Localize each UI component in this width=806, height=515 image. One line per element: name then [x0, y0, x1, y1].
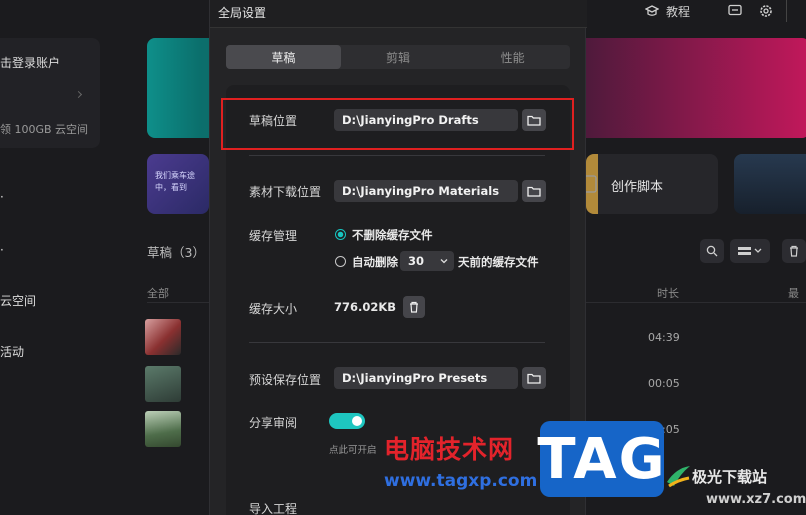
tutorial-link[interactable]: 教程: [666, 3, 690, 20]
search-button[interactable]: [700, 239, 724, 263]
cache-size-label: 缓存大小: [249, 302, 298, 316]
draft-duration: 00:05: [648, 377, 680, 390]
cache-days-value: 30: [408, 254, 425, 268]
create-script-label[interactable]: 创作脚本: [611, 176, 663, 195]
list-view-icon: [738, 247, 762, 255]
settings-tabs: 草稿 剪辑 性能: [226, 45, 570, 69]
draft-thumbnail[interactable]: [145, 411, 181, 447]
watermark-site-name: 电脑技术网: [384, 435, 515, 464]
sidebar-item-template-marker[interactable]: ·: [0, 243, 6, 257]
share-review-hint: 点此可开启: [329, 445, 377, 456]
sidebar-login-label[interactable]: 击登录账户: [0, 54, 60, 71]
sidebar-storage-label[interactable]: 领 100GB 云空间: [0, 121, 88, 137]
feature-card-teaser-text: 我们乘车途中，看到: [155, 171, 195, 192]
drafts-heading: 草稿（3）: [147, 245, 205, 260]
material-location-field[interactable]: D:\JianyingPro Materials: [334, 180, 518, 202]
folder-icon: [527, 373, 541, 384]
chevron-down-icon: [440, 259, 448, 264]
cache-size-value: 776.02KB: [334, 300, 397, 314]
trash-icon: [790, 245, 798, 257]
draft-duration: 04:39: [648, 331, 680, 344]
dialog-title-bar[interactable]: [210, 0, 587, 28]
sidebar-item-home-marker[interactable]: ·: [0, 190, 6, 204]
material-location-label: 素材下载位置: [249, 185, 322, 199]
cache-keep-label[interactable]: 不删除缓存文件: [352, 227, 433, 243]
search-icon: [706, 245, 718, 257]
trash-icon: [410, 301, 418, 313]
clear-cache-button[interactable]: [403, 296, 425, 318]
cache-auto-delete-label[interactable]: 自动删除: [352, 254, 398, 270]
delete-drafts-button[interactable]: [782, 239, 806, 263]
cache-auto-delete-radio[interactable]: [335, 256, 346, 267]
watermark-site-url: www.tagxp.com: [384, 471, 538, 491]
column-duration[interactable]: 时长: [657, 285, 679, 301]
material-location-browse-button[interactable]: [522, 180, 546, 202]
feature-card-streaming[interactable]: [734, 154, 806, 214]
watermark-site2-name: 极光下载站: [692, 468, 768, 486]
sidebar-item-cloud[interactable]: 云空间: [0, 292, 36, 309]
column-last-modified[interactable]: 最: [788, 285, 799, 301]
tab-drafts[interactable]: 草稿: [226, 45, 341, 69]
settings-gear-icon[interactable]: [759, 3, 773, 22]
cache-keep-radio[interactable]: [335, 229, 346, 240]
sidebar-item-activity[interactable]: 活动: [0, 343, 24, 360]
watermark-tag-logo: TAG: [537, 421, 665, 497]
window-divider: [786, 0, 787, 22]
watermark-swoosh-icon: [664, 462, 692, 494]
column-all[interactable]: 全部: [147, 285, 169, 301]
share-review-label: 分享审阅: [249, 416, 298, 430]
cache-auto-delete-suffix: 天前的缓存文件: [458, 255, 539, 269]
preset-location-label: 预设保存位置: [249, 373, 322, 387]
import-project-label: 导入工程: [249, 502, 298, 515]
section-divider: [249, 155, 545, 156]
section-divider: [249, 342, 545, 343]
folder-icon: [527, 186, 541, 197]
preset-location-field[interactable]: D:\JianyingPro Presets: [334, 367, 518, 389]
dialog-title: 全局设置: [218, 6, 267, 20]
share-review-toggle[interactable]: [329, 413, 365, 429]
preset-location-browse-button[interactable]: [522, 367, 546, 389]
cache-management-label: 缓存管理: [249, 229, 298, 243]
cache-days-select[interactable]: 30: [400, 251, 454, 271]
view-mode-button[interactable]: [730, 239, 770, 263]
tutorial-icon[interactable]: [644, 4, 660, 18]
message-icon[interactable]: [728, 3, 742, 22]
tab-editing[interactable]: 剪辑: [341, 45, 456, 69]
draft-thumbnail[interactable]: [145, 319, 181, 355]
highlight-annotation: [221, 98, 574, 150]
draft-thumbnail[interactable]: [145, 366, 181, 402]
watermark-site2-url: www.xz7.com: [706, 492, 806, 507]
tab-performance[interactable]: 性能: [455, 45, 570, 69]
